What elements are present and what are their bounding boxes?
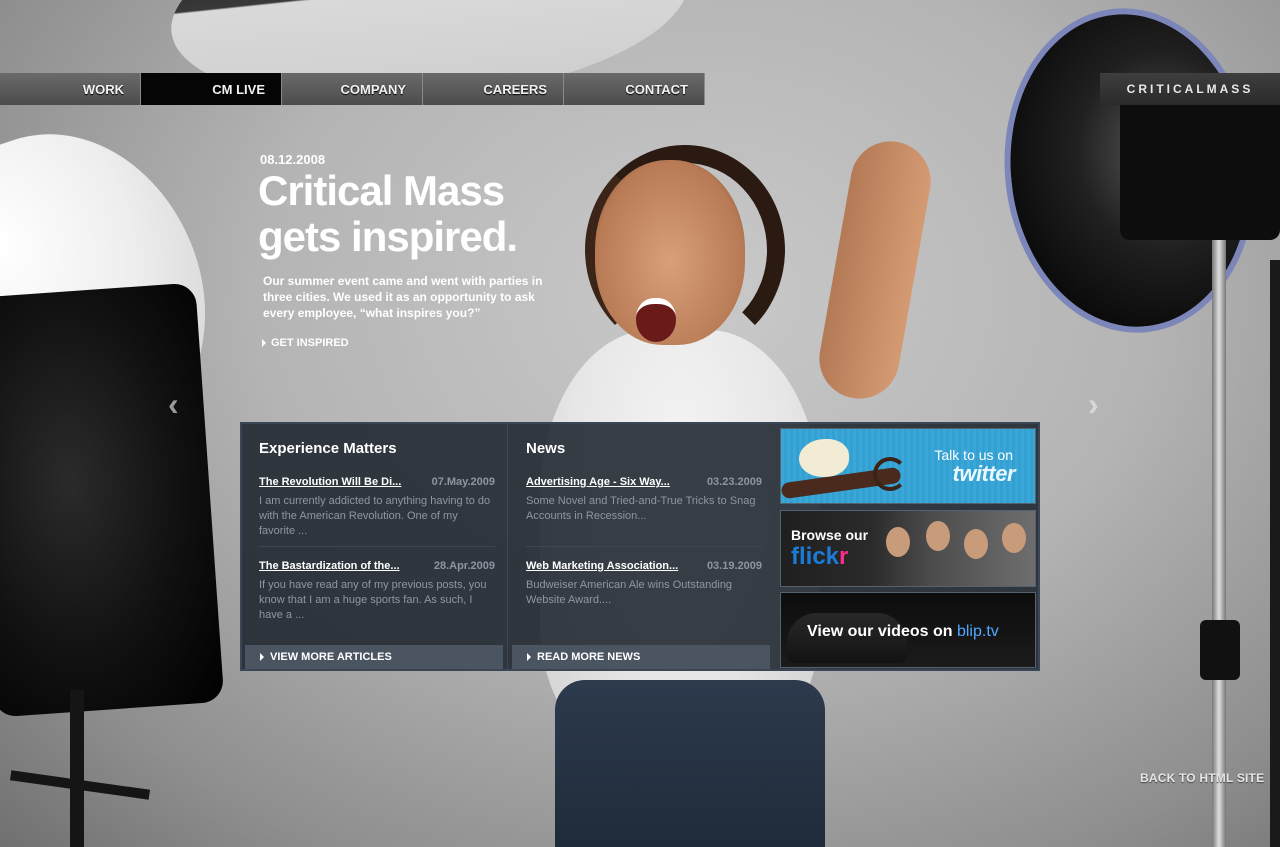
group-photo bbox=[876, 517, 1035, 586]
chevron-right-icon[interactable]: › bbox=[1088, 386, 1099, 423]
background-reflector-light bbox=[988, 0, 1272, 346]
chevron-left-icon[interactable]: ‹ bbox=[168, 386, 179, 423]
article-item: The Revolution Will Be Di... 07.May.2009… bbox=[259, 476, 495, 539]
hero-body: Our summer event came and went with part… bbox=[263, 274, 543, 320]
hero-person-hair bbox=[585, 145, 785, 355]
article-excerpt: If you have read any of my previous post… bbox=[259, 579, 487, 621]
twitter-promo-banner[interactable]: Talk to us on twitter bbox=[780, 428, 1036, 504]
hero-title-line2: gets inspired. bbox=[258, 213, 518, 260]
nav-item-label: CM LIVE bbox=[212, 81, 265, 97]
get-inspired-link[interactable]: GET INSPIRED bbox=[262, 337, 349, 349]
play-triangle-icon bbox=[260, 653, 264, 661]
background-fan-stand bbox=[70, 690, 84, 847]
content-panel: Experience Matters The Revolution Will B… bbox=[240, 422, 1040, 671]
news-excerpt: Budweiser American Ale wins Outstanding … bbox=[526, 579, 733, 606]
nav-item-label: COMPANY bbox=[340, 81, 406, 97]
hero-person-arm bbox=[813, 135, 937, 405]
divider bbox=[526, 546, 762, 547]
news-title-link[interactable]: Web Marketing Association... bbox=[526, 560, 678, 572]
news-date: 03.19.2009 bbox=[706, 560, 762, 572]
nav-item-company[interactable]: COMPANY bbox=[282, 73, 423, 105]
nav-item-label: CONTACT bbox=[625, 81, 688, 97]
background-light-cable bbox=[1270, 260, 1280, 847]
flickr-logo-part: r bbox=[839, 543, 849, 570]
articles-title: Experience Matters bbox=[259, 440, 397, 457]
article-date: 07.May.2009 bbox=[431, 476, 495, 488]
read-more-news-label: READ MORE NEWS bbox=[537, 651, 641, 663]
nav-item-work[interactable]: WORK bbox=[0, 73, 141, 105]
view-more-articles-button[interactable]: VIEW MORE ARTICLES bbox=[245, 645, 503, 669]
brand-logo[interactable]: CRITICALMASS bbox=[1100, 73, 1280, 105]
hero-person-pants bbox=[555, 680, 825, 847]
face bbox=[964, 529, 988, 559]
nav-item-careers[interactable]: CAREERS bbox=[423, 73, 564, 105]
read-more-news-button[interactable]: READ MORE NEWS bbox=[512, 645, 770, 669]
articles-column: Experience Matters The Revolution Will B… bbox=[242, 424, 508, 669]
play-triangle-icon bbox=[262, 339, 266, 347]
nav-item-label: WORK bbox=[82, 81, 124, 97]
back-to-html-site-link[interactable]: BACK TO HTML SITE bbox=[1140, 771, 1264, 785]
hero-date: 08.12.2008 bbox=[260, 152, 326, 167]
background-light-pole bbox=[1212, 240, 1226, 847]
news-title: News bbox=[526, 440, 566, 457]
face bbox=[886, 527, 910, 557]
flickr-logo-text: flickr bbox=[791, 543, 848, 571]
nav-item-label: CAREERS bbox=[483, 81, 547, 97]
twitter-logo-text: twitter bbox=[952, 461, 1016, 486]
article-excerpt: I am currently addicted to anything havi… bbox=[259, 495, 491, 537]
news-item: Web Marketing Association... 03.19.2009 … bbox=[526, 560, 762, 608]
play-triangle-icon bbox=[527, 653, 531, 661]
background-umbrella-top bbox=[161, 0, 699, 127]
news-excerpt: Some Novel and Tried-and-True Tricks to … bbox=[526, 495, 756, 522]
background-fan-leg bbox=[9, 770, 151, 800]
flickr-promo-line1: Browse our bbox=[791, 527, 869, 543]
article-item: The Bastardization of the... 28.Apr.2009… bbox=[259, 560, 495, 623]
background-umbrella-left bbox=[0, 97, 244, 483]
nav-item-cm-live[interactable]: CM LIVE bbox=[141, 73, 282, 105]
background-fan bbox=[0, 282, 225, 718]
view-more-articles-label: VIEW MORE ARTICLES bbox=[270, 651, 392, 663]
blip-promo-text: View our videos on blip.tv bbox=[807, 623, 999, 641]
main-nav: WORK CM LIVE COMPANY CAREERS CONTACT bbox=[0, 73, 705, 105]
nav-item-contact[interactable]: CONTACT bbox=[564, 73, 705, 105]
face bbox=[926, 521, 950, 551]
news-column: News Advertising Age - Six Way... 03.23.… bbox=[509, 424, 775, 669]
hero-person-mouth bbox=[636, 298, 676, 342]
background-light-body bbox=[1120, 90, 1280, 240]
flickr-promo-banner[interactable]: Browse our flickr bbox=[780, 510, 1036, 587]
news-title-link[interactable]: Advertising Age - Six Way... bbox=[526, 476, 670, 488]
news-date: 03.23.2009 bbox=[706, 476, 762, 488]
background-pole-clamp bbox=[1200, 620, 1240, 680]
blip-promo-label: View our videos on bbox=[807, 623, 957, 640]
news-item: Advertising Age - Six Way... 03.23.2009 … bbox=[526, 476, 762, 524]
bird-icon bbox=[799, 439, 849, 477]
swirl-graphic bbox=[873, 457, 907, 491]
flickr-logo-part: flick bbox=[791, 543, 840, 570]
get-inspired-label: GET INSPIRED bbox=[271, 337, 349, 349]
face bbox=[1002, 523, 1026, 553]
hero-person-head bbox=[595, 160, 745, 345]
article-date: 28.Apr.2009 bbox=[433, 560, 495, 572]
blip-logo-text: blip.tv bbox=[956, 623, 999, 640]
article-title-link[interactable]: The Bastardization of the... bbox=[259, 560, 400, 572]
blip-promo-banner[interactable]: View our videos on blip.tv bbox=[780, 592, 1036, 668]
hero-title: Critical Mass gets inspired. bbox=[258, 168, 578, 260]
article-title-link[interactable]: The Revolution Will Be Di... bbox=[259, 476, 401, 488]
hero-title-line1: Critical Mass bbox=[258, 167, 505, 214]
divider bbox=[259, 546, 495, 547]
